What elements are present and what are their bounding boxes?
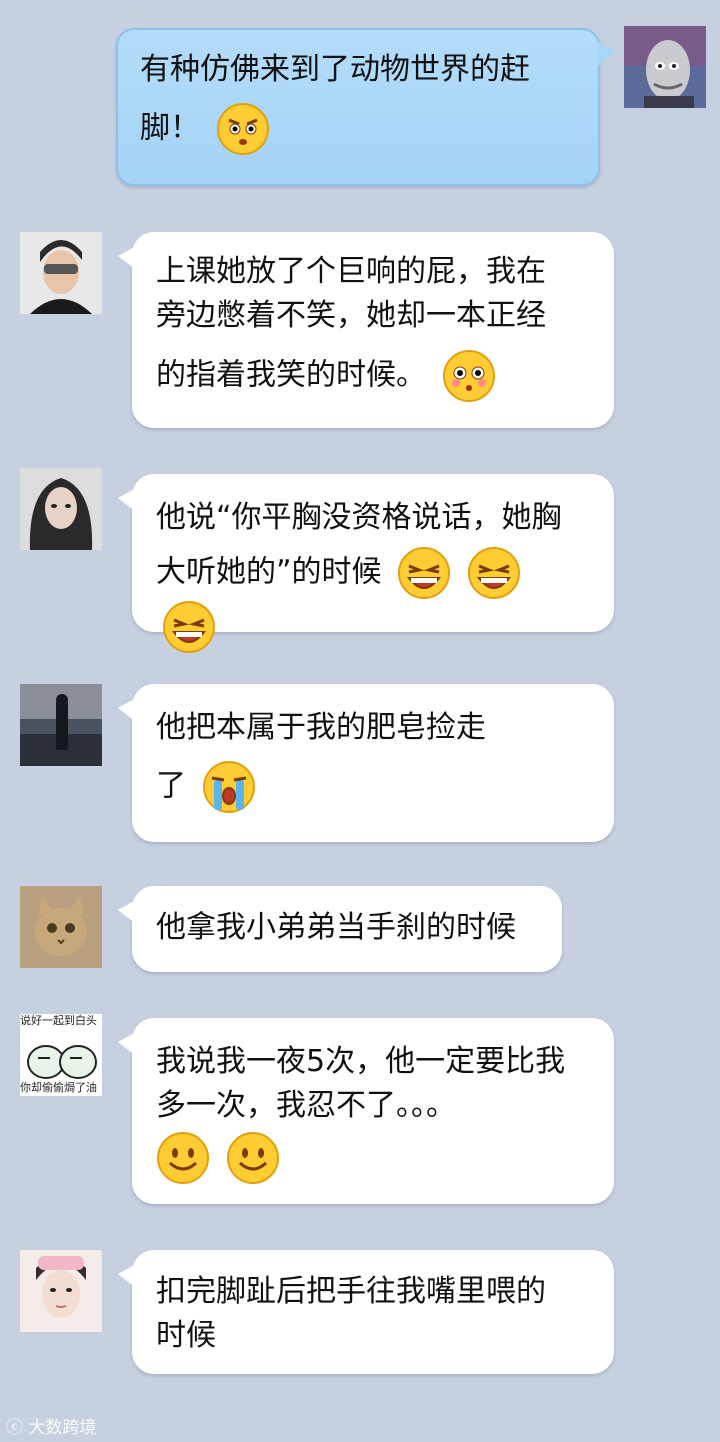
message-text-line: 脚！ [140, 110, 200, 145]
message-text-line: 扣完脚趾后把手往我嘴里喂的 [156, 1274, 546, 1309]
message-bubble-outgoing[interactable]: 有种仿佛来到了动物世界的赶 脚！ [116, 28, 616, 186]
laughing-face-icon [397, 546, 451, 600]
avatar[interactable] [20, 468, 102, 550]
avatar[interactable] [624, 26, 706, 108]
smile-face-icon [226, 1131, 280, 1185]
message-text-line: 有种仿佛来到了动物世界的赶 [140, 52, 530, 87]
avatar[interactable] [20, 684, 102, 766]
shocked-face-icon [442, 349, 496, 403]
message-text-line: 旁边憋着不笑，她却一本正经 [156, 297, 546, 333]
angry-face-icon [216, 102, 270, 156]
watermark: ⓒ 大数跨境 [6, 1413, 96, 1438]
message-text-line: 他把本属于我的肥皂捡走 [156, 710, 486, 745]
avatar-caption: 你却偷偷焗了油 [20, 1081, 97, 1094]
watermark-logo-icon: ⓒ [6, 1418, 23, 1438]
message-bubble-incoming[interactable]: 他拿我小弟弟当手刹的时候 [118, 886, 562, 972]
message-bubble-incoming[interactable]: 扣完脚趾后把手往我嘴里喂的 时候 [118, 1250, 614, 1374]
message-text-line: 时候 [156, 1317, 216, 1353]
avatar[interactable] [20, 886, 102, 968]
smile-face-icon [156, 1131, 210, 1185]
message-text-line: 了 [156, 768, 186, 803]
avatar[interactable] [20, 1250, 102, 1332]
avatar[interactable]: 说好一起到白头 你却偷偷焗了油 [20, 1014, 102, 1096]
crying-face-icon [202, 760, 256, 814]
message-text-line: 他说“你平胸没资格说话，她胸 [156, 500, 562, 535]
message-text-line: 上课她放了个巨响的屁，我在 [156, 254, 546, 289]
message-bubble-incoming[interactable]: 他说“你平胸没资格说话，她胸 大听她的”的时候 [118, 474, 614, 653]
message-bubble-incoming[interactable]: 我说我一夜5次，他一定要比我 多一次，我忍不了。。。 [118, 1018, 614, 1204]
laughing-face-icon [467, 546, 521, 600]
message-bubble-incoming[interactable]: 他把本属于我的肥皂捡走 了 [118, 684, 614, 842]
message-bubble-incoming[interactable]: 上课她放了个巨响的屁，我在 旁边憋着不笑，她却一本正经 的指着我笑的时候。 [118, 232, 614, 428]
message-text-line: 他拿我小弟弟当手刹的时候 [156, 910, 516, 945]
avatar-caption: 说好一起到白头 [20, 1014, 97, 1027]
laughing-face-icon [162, 600, 216, 654]
message-text-line: 我说我一夜5次，他一定要比我 [156, 1044, 566, 1079]
message-text-line: 多一次，我忍不了。。。 [156, 1087, 456, 1123]
message-text-line: 大听她的”的时候 [156, 554, 382, 589]
avatar[interactable] [20, 232, 102, 314]
message-text-line: 的指着我笑的时候。 [156, 357, 426, 393]
watermark-text: 大数跨境 [28, 1418, 97, 1438]
